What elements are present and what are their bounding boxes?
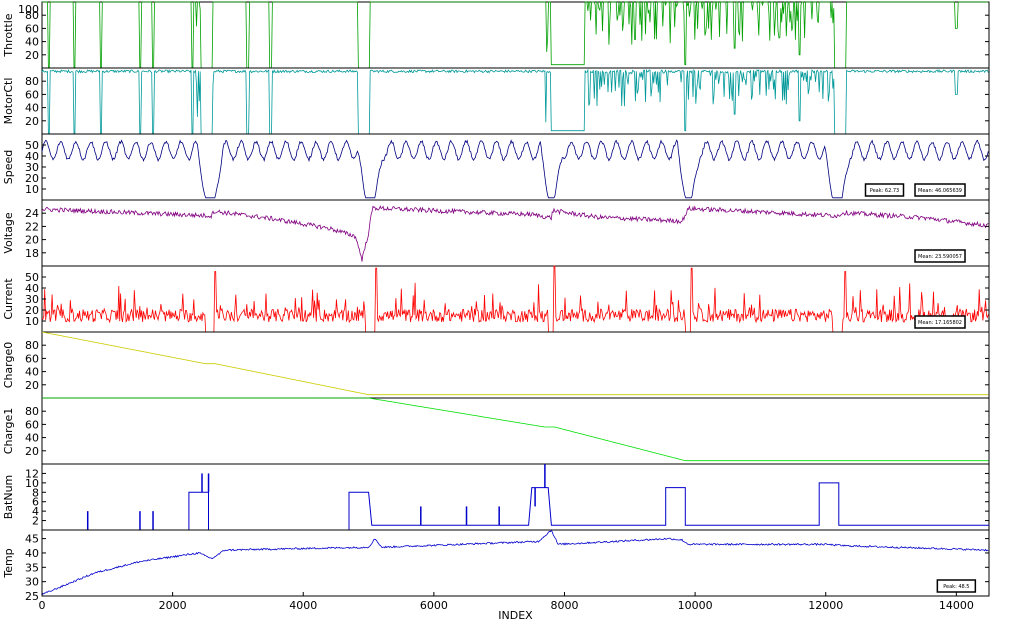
stat-text-voltage-0: Mean: 23.590057 bbox=[918, 254, 962, 260]
xtick-label-0: 0 bbox=[39, 599, 46, 612]
ylabel-motorctl: MotorCtl bbox=[2, 78, 15, 125]
ytick-label-charge1-0: 20 bbox=[25, 445, 39, 458]
ytick-label-charge0-0: 20 bbox=[25, 379, 39, 392]
ytick-label-throttle-2: 60 bbox=[25, 22, 39, 35]
xtick-label-6: 12000 bbox=[808, 599, 843, 612]
panel-frame-motorctl bbox=[41, 67, 990, 135]
series-line-throttle bbox=[42, 1, 989, 69]
ytick-label-charge0-1: 40 bbox=[25, 366, 39, 379]
ytick-label-temp-3: 40 bbox=[25, 547, 39, 560]
ytick-label-throttle-1: 40 bbox=[25, 36, 39, 49]
ytick-label-voltage-3: 24 bbox=[25, 207, 39, 220]
panel-frame-charge0 bbox=[41, 331, 990, 399]
series-line-current bbox=[41, 265, 989, 333]
ytick-label-temp-4: 45 bbox=[25, 533, 39, 546]
panel-frame-temp bbox=[41, 529, 990, 597]
series-line-charge0 bbox=[41, 331, 989, 396]
ylabel-throttle: Throttle bbox=[2, 13, 15, 57]
series-line-charge1 bbox=[42, 397, 989, 462]
ylabel-speed: Speed bbox=[2, 150, 15, 184]
ytick-label-motorctl-3: 80 bbox=[25, 75, 39, 88]
panel-frame-batnum bbox=[41, 463, 990, 531]
ytick-label-charge1-2: 60 bbox=[25, 418, 39, 431]
xtick-label-7: 14000 bbox=[939, 599, 974, 612]
ytick-label-temp-2: 35 bbox=[25, 561, 39, 574]
ytick-label-batnum-5: 12 bbox=[25, 467, 39, 480]
series-line-temp bbox=[41, 529, 989, 596]
ytick-label-motorctl-1: 40 bbox=[25, 102, 39, 115]
series-line-motorctl bbox=[41, 68, 989, 135]
panel-frame-charge1 bbox=[41, 397, 990, 465]
panel-frame-voltage bbox=[41, 199, 990, 267]
xlabel: INDEX bbox=[498, 609, 533, 622]
ytick-label-temp-1: 30 bbox=[25, 576, 39, 589]
ytick-label-speed-4: 50 bbox=[25, 139, 39, 152]
stat-text-current-0: Mean: 17.165802 bbox=[918, 320, 962, 326]
ylabel-temp: Temp bbox=[2, 548, 15, 578]
xtick-label-4: 8000 bbox=[550, 599, 578, 612]
ytick-label-throttle-0: 20 bbox=[25, 49, 39, 62]
ylabel-voltage: Voltage bbox=[2, 212, 15, 253]
xtick-label-5: 10000 bbox=[678, 599, 713, 612]
xtick-label-1: 2000 bbox=[159, 599, 187, 612]
ytick-label-charge1-1: 40 bbox=[25, 432, 39, 445]
ytick-label-voltage-1: 20 bbox=[25, 234, 39, 247]
xtick-label-2: 4000 bbox=[289, 599, 317, 612]
ytick-label-voltage-2: 22 bbox=[25, 220, 39, 233]
ytick-label-charge0-2: 60 bbox=[25, 352, 39, 365]
ytick-label-motorctl-2: 60 bbox=[25, 88, 39, 101]
ytick-label-charge1-3: 80 bbox=[25, 405, 39, 418]
series-line-speed bbox=[41, 139, 989, 199]
series-line-batnum bbox=[42, 482, 989, 531]
series-line-voltage bbox=[41, 205, 989, 262]
stacked-time-series-chart: 20406080100Throttle20406080MotorCtl10203… bbox=[2, 1, 990, 622]
stat-text-speed-0: Peak: 62.73 bbox=[870, 188, 899, 194]
ytick-label-motorctl-0: 20 bbox=[25, 115, 39, 128]
xtick-label-3: 6000 bbox=[420, 599, 448, 612]
ylabel-batnum: BatNum bbox=[2, 475, 15, 520]
panel-frame-throttle bbox=[41, 1, 990, 69]
ytick-label-temp-0: 25 bbox=[25, 590, 39, 603]
ylabel-charge1: Charge1 bbox=[2, 408, 15, 454]
ylabel-charge0: Charge0 bbox=[2, 342, 15, 388]
ytick-label-charge0-3: 80 bbox=[25, 339, 39, 352]
stat-text-speed-1: Mean: 46.065639 bbox=[918, 188, 962, 194]
chart-root: 20 40 60 80 100 Throttle 20 40 60 80 MotorCtl 10 20 3… bbox=[0, 0, 1024, 623]
ytick-label-throttle-top: 100 bbox=[18, 3, 39, 16]
ytick-label-voltage-0: 18 bbox=[25, 247, 39, 260]
panel-frame-current bbox=[41, 265, 990, 333]
panel-frame-speed bbox=[41, 133, 990, 201]
stat-text-temp-0: Peak: 48.5 bbox=[943, 584, 969, 590]
ytick-label-current-4: 50 bbox=[25, 271, 39, 284]
ylabel-current: Current bbox=[2, 278, 15, 320]
